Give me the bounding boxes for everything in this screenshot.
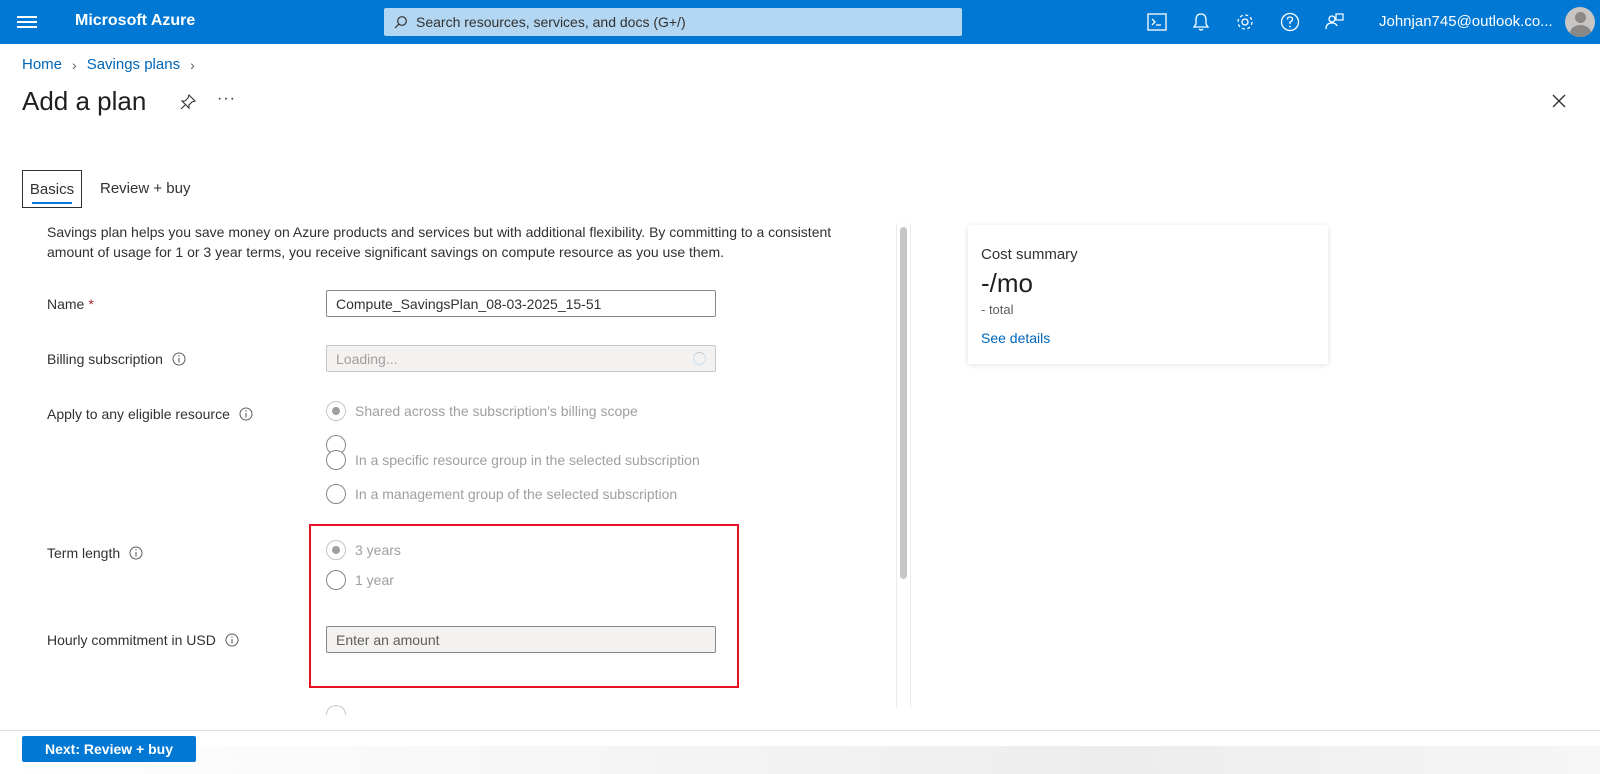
- chevron-right-icon: ›: [190, 56, 195, 73]
- billing-subscription-label: Billing subscription: [47, 351, 186, 367]
- help-icon[interactable]: [1279, 11, 1301, 33]
- hourly-commitment-label: Hourly commitment in USD: [47, 632, 239, 648]
- breadcrumb-home[interactable]: Home: [22, 56, 62, 73]
- info-icon[interactable]: [239, 407, 253, 421]
- top-bar: Microsoft Azure Johnjan745@outlook.co...: [0, 0, 1600, 44]
- account-name[interactable]: Johnjan745@outlook.co...: [1379, 13, 1553, 30]
- chevron-right-icon: ›: [72, 56, 77, 73]
- next-review-buy-button[interactable]: Next: Review + buy: [22, 736, 196, 762]
- hourly-commitment-input[interactable]: Enter an amount: [326, 626, 716, 653]
- term-length-label: Term length: [47, 545, 143, 561]
- info-icon[interactable]: [129, 546, 143, 560]
- billing-subscription-value: Loading...: [336, 350, 398, 367]
- radio-management-group-scope[interactable]: In a management group of the selected su…: [326, 484, 677, 504]
- name-field[interactable]: Compute_SavingsPlan_08-03-2025_15-51: [326, 290, 716, 317]
- cost-summary-total: - total: [981, 302, 1014, 317]
- apply-scope-label-text: Apply to any eligible resource: [47, 406, 230, 422]
- radio-button[interactable]: [326, 401, 346, 421]
- page-title: Add a plan: [22, 86, 147, 116]
- scrollbar-thumb[interactable]: [900, 227, 907, 579]
- hourly-commitment-label-text: Hourly commitment in USD: [47, 632, 216, 648]
- breadcrumb-savings-plans[interactable]: Savings plans: [87, 56, 180, 73]
- radio-label: 3 years: [355, 542, 401, 558]
- search-input[interactable]: [416, 14, 936, 30]
- radio-term-1-year[interactable]: 1 year: [326, 570, 394, 590]
- intro-text: Savings plan helps you save money on Azu…: [47, 224, 832, 260]
- footer-shadow: [0, 746, 1600, 774]
- required-marker: *: [88, 296, 94, 312]
- billing-subscription-label-text: Billing subscription: [47, 351, 163, 367]
- tab-basics[interactable]: Basics: [22, 170, 82, 208]
- feedback-icon[interactable]: [1323, 11, 1345, 33]
- radio-term-3-years[interactable]: 3 years: [326, 540, 401, 560]
- radio-button[interactable]: [326, 450, 346, 470]
- loading-spinner-icon: [693, 352, 706, 365]
- info-icon[interactable]: [172, 352, 186, 366]
- radio-label: In a specific resource group in the sele…: [355, 452, 700, 468]
- bell-icon[interactable]: [1190, 11, 1212, 33]
- radio-label: In a management group of the selected su…: [355, 486, 678, 502]
- info-icon[interactable]: [225, 633, 239, 647]
- search-icon: [394, 16, 407, 29]
- see-details-link[interactable]: See details: [981, 330, 1050, 346]
- cost-summary-title: Cost summary: [981, 246, 1078, 263]
- tab-review-buy[interactable]: Review + buy: [100, 180, 190, 197]
- close-icon[interactable]: [1552, 94, 1566, 113]
- breadcrumb: Home › Savings plans ›: [22, 56, 205, 73]
- gear-icon[interactable]: [1234, 11, 1256, 33]
- pin-icon[interactable]: [180, 93, 197, 115]
- radio-button[interactable]: [326, 570, 346, 590]
- brand-name[interactable]: Microsoft Azure: [75, 12, 195, 30]
- radio-label: 1 year: [355, 572, 394, 588]
- apply-scope-label: Apply to any eligible resource: [47, 406, 253, 422]
- radio-shared-scope[interactable]: Shared across the subscription's billing…: [326, 401, 638, 421]
- hamburger-menu-icon[interactable]: [17, 13, 37, 31]
- radio-resource-group-scope[interactable]: In a specific resource group in the sele…: [326, 450, 700, 470]
- name-label: Name *: [47, 296, 94, 312]
- name-label-text: Name: [47, 296, 85, 312]
- radio-label: Shared across the subscription's billing…: [355, 403, 638, 419]
- radio-button[interactable]: [326, 484, 346, 504]
- more-options-icon[interactable]: ···: [217, 90, 236, 108]
- cost-summary-card: Cost summary -/mo - total See details: [968, 225, 1328, 364]
- term-length-label-text: Term length: [47, 545, 121, 561]
- avatar[interactable]: [1565, 7, 1595, 37]
- cloud-shell-icon[interactable]: [1146, 11, 1168, 33]
- radio-button-partial[interactable]: [326, 705, 346, 715]
- search-box[interactable]: [384, 8, 962, 36]
- billing-subscription-dropdown[interactable]: Loading...: [326, 345, 716, 372]
- cost-summary-value: -/mo: [981, 268, 1033, 298]
- radio-button[interactable]: [326, 540, 346, 560]
